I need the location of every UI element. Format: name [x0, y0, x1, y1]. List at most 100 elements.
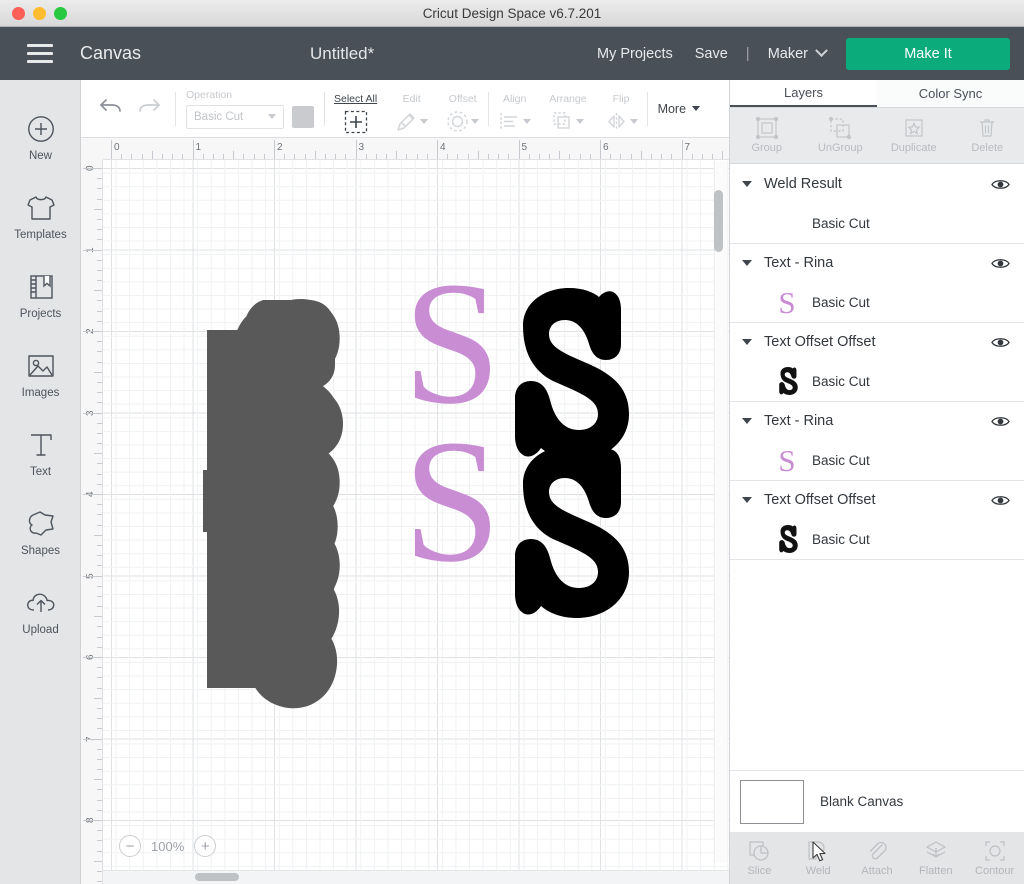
attach-button[interactable]: Attach [848, 832, 907, 884]
ruler-minor-tick [243, 154, 245, 159]
arrange-button[interactable]: Arrange [540, 84, 595, 134]
ruler-minor-tick [97, 809, 102, 811]
letter-s-bottom[interactable]: S [403, 404, 501, 599]
flip-button[interactable]: Flip [596, 84, 647, 134]
triangle-down-icon[interactable] [742, 418, 752, 424]
layer-row[interactable]: Basic Cut [730, 519, 1024, 559]
save-button[interactable]: Save [684, 46, 739, 62]
ruler-minor-tick [630, 154, 632, 159]
hamburger-menu-icon[interactable] [27, 44, 53, 63]
eye-icon[interactable] [991, 178, 1010, 191]
ruler-minor-tick [97, 595, 102, 597]
undo-arrow-icon[interactable] [99, 96, 124, 121]
contour-label: Contour [975, 864, 1015, 877]
triangle-down-icon[interactable] [742, 260, 752, 266]
sidebar-item-templates[interactable]: Templates [0, 177, 81, 256]
sidebar-item-text[interactable]: Text [0, 414, 81, 493]
edit-toolbar: Operation Basic Cut Select All Edit Offs… [81, 80, 729, 138]
canvas-horizontal-scrollbar-track[interactable] [103, 870, 729, 884]
ruler-minor-tick [97, 544, 102, 546]
ruler-minor-tick [691, 154, 693, 159]
blank-canvas-swatch[interactable] [740, 779, 804, 824]
ruler-major-tick [192, 140, 194, 159]
triangle-down-icon[interactable] [742, 497, 752, 503]
ruler-minor-tick [97, 463, 102, 465]
layer-title: Weld Result [764, 176, 842, 192]
layer-row[interactable]: S Basic Cut [730, 282, 1024, 322]
my-projects-link[interactable]: My Projects [586, 46, 684, 62]
duplicate-button[interactable]: Duplicate [877, 108, 951, 163]
align-button[interactable]: Align [489, 84, 540, 134]
machine-selector[interactable]: Maker [757, 44, 840, 62]
group-button[interactable]: Group [730, 108, 804, 163]
sidebar-item-shapes[interactable]: Shapes [0, 493, 81, 572]
sidebar-item-images[interactable]: Images [0, 335, 81, 414]
ruler-tick-label: 0 [114, 142, 120, 153]
contour-button[interactable]: Contour [965, 832, 1024, 884]
layers-list[interactable]: Weld Result Basic Cut Text - Rina S Basi… [730, 165, 1024, 855]
undo-redo-group [81, 80, 175, 138]
zoom-out-button[interactable]: − [119, 835, 141, 857]
slice-button[interactable]: Slice [730, 832, 789, 884]
redo-arrow-icon[interactable] [136, 96, 161, 121]
ruler-corner [81, 138, 103, 160]
document-title[interactable]: Untitled* [310, 44, 374, 64]
offset-button[interactable]: Offset [437, 84, 488, 134]
select-all-button[interactable]: Select All [325, 84, 386, 134]
more-menu-button[interactable]: More [648, 80, 710, 138]
flatten-icon [925, 840, 947, 862]
tab-layers[interactable]: Layers [730, 80, 877, 107]
layer-header[interactable]: Text Offset Offset [730, 323, 1024, 361]
slice-label: Slice [747, 864, 772, 877]
operation-color-swatch[interactable] [292, 105, 314, 128]
delete-button[interactable]: Delete [951, 108, 1024, 163]
layer-title: Text - Rina [764, 413, 834, 429]
layer-header[interactable]: Text Offset Offset [730, 481, 1024, 519]
canvas-grid[interactable]: S S [103, 160, 729, 884]
eye-icon[interactable] [991, 336, 1010, 349]
eye-icon[interactable] [991, 257, 1010, 270]
blank-canvas-row[interactable]: Blank Canvas [730, 770, 1024, 832]
layer-header[interactable]: Text - Rina [730, 244, 1024, 282]
canvas-artwork[interactable]: S S [103, 160, 729, 884]
layer-header[interactable]: Text - Rina [730, 402, 1024, 440]
ruler-minor-tick [97, 677, 102, 679]
layer-header[interactable]: Weld Result [730, 165, 1024, 203]
chevron-down-icon [471, 119, 480, 124]
triangle-down-icon[interactable] [742, 181, 752, 187]
offset-s-top[interactable] [515, 288, 629, 460]
edit-button[interactable]: Edit [386, 84, 437, 134]
make-it-button[interactable]: Make It [846, 37, 1010, 70]
layer-row[interactable]: Basic Cut [730, 203, 1024, 243]
tab-color-sync[interactable]: Color Sync [877, 80, 1024, 107]
flatten-button[interactable]: Flatten [906, 832, 965, 884]
ruler-minor-tick [212, 154, 214, 159]
offset-s-bottom[interactable] [515, 446, 629, 618]
canvas-vertical-scrollbar-thumb[interactable] [714, 190, 723, 252]
operation-select[interactable]: Basic Cut [186, 104, 284, 129]
weld-button[interactable]: Weld [789, 832, 848, 884]
app-header: Canvas Untitled* My Projects Save | Make… [0, 27, 1024, 80]
eye-icon[interactable] [991, 415, 1010, 428]
flip-icon [605, 110, 638, 134]
sidebar-item-upload[interactable]: Upload [0, 572, 81, 651]
triangle-down-icon[interactable] [742, 339, 752, 345]
eye-icon[interactable] [991, 494, 1010, 507]
ruler-minor-tick [97, 218, 102, 220]
layer-row[interactable]: Basic Cut [730, 361, 1024, 401]
ungroup-button[interactable]: UnGroup [804, 108, 878, 163]
align-label: Align [503, 92, 527, 105]
ruler-minor-tick [498, 154, 500, 159]
sidebar-item-new[interactable]: New [0, 98, 81, 177]
zoom-in-button[interactable]: + [194, 835, 217, 857]
weld-result-blob[interactable] [203, 299, 343, 709]
canvas-vertical-scrollbar-track[interactable] [714, 162, 727, 862]
sidebar-item-projects[interactable]: Projects [0, 256, 81, 335]
design-canvas-area[interactable]: S S 0 1 2 3 4 5 6 7 012345678 − 100% + [81, 138, 729, 884]
ruler-minor-tick [416, 154, 418, 159]
layer-row[interactable]: S Basic Cut [730, 440, 1024, 480]
ungroup-icon [829, 116, 852, 140]
canvas-horizontal-scrollbar-thumb[interactable] [195, 873, 239, 881]
ruler-minor-tick [620, 154, 622, 159]
layer-row-label: Basic Cut [812, 294, 870, 310]
